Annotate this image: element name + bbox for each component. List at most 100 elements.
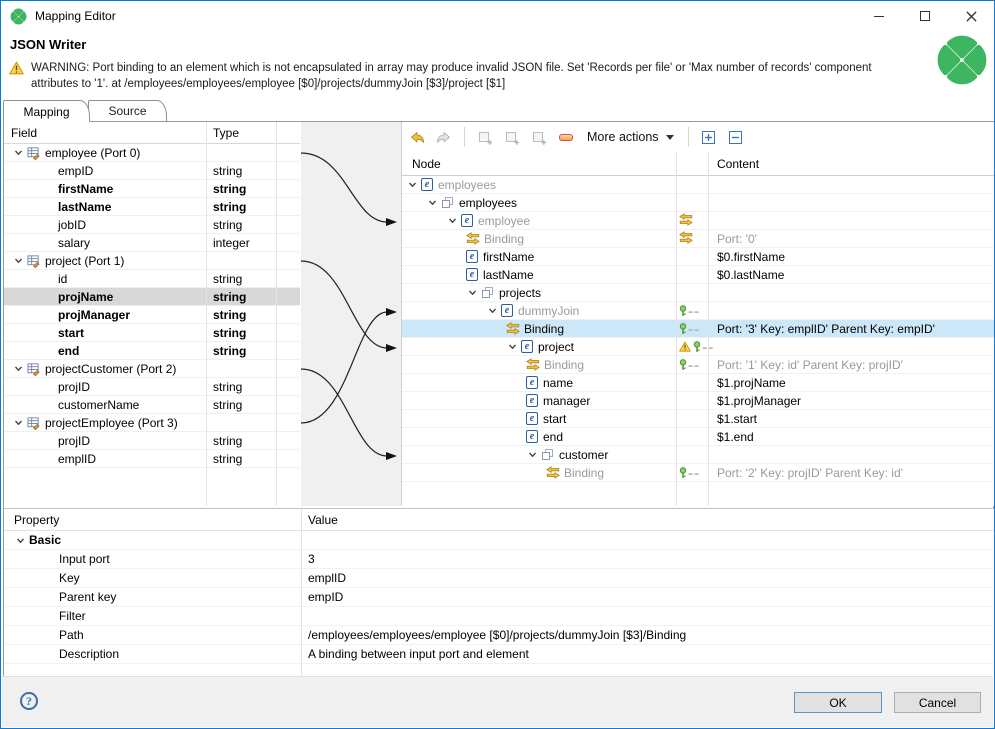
field-row[interactable]: projID string — [4, 378, 300, 396]
node-row[interactable]: employees — [402, 194, 994, 212]
field-group-row[interactable]: projectEmployee (Port 3) — [4, 414, 300, 432]
field-type: string — [213, 290, 246, 304]
chevron-down-icon[interactable] — [12, 418, 24, 428]
undo-button[interactable] — [407, 127, 427, 147]
key-icon — [679, 323, 703, 335]
field-row[interactable]: salary integer — [4, 234, 300, 252]
node-content: Port: '0' — [717, 232, 757, 246]
property-row[interactable]: Input port 3 — [4, 550, 994, 569]
chevron-down-icon[interactable] — [466, 288, 478, 298]
node-row[interactable]: e firstName $0.firstName — [402, 248, 994, 266]
chevron-down-icon[interactable] — [406, 180, 418, 190]
minimize-button[interactable] — [856, 1, 902, 31]
node-content: $1.projName — [717, 376, 786, 390]
node-row[interactable]: e employees — [402, 176, 994, 194]
maximize-button[interactable] — [902, 1, 948, 31]
chevron-down-icon[interactable] — [506, 342, 518, 352]
field-row[interactable]: projID string — [4, 432, 300, 450]
ok-button[interactable]: OK — [794, 692, 882, 713]
node-row[interactable]: e name $1.projName — [402, 374, 994, 392]
tab-mapping[interactable]: Mapping — [3, 100, 90, 122]
chevron-down-icon[interactable] — [526, 450, 538, 460]
record-icon — [27, 362, 41, 376]
close-button[interactable] — [948, 1, 994, 31]
field-type: string — [213, 218, 242, 232]
redo-button[interactable] — [434, 127, 454, 147]
chevron-down-icon[interactable] — [12, 148, 24, 158]
field-row[interactable]: projManager string — [4, 306, 300, 324]
chevron-down-icon[interactable] — [12, 364, 24, 374]
node-row[interactable]: e dummyJoin — [402, 302, 994, 320]
property-row[interactable]: Parent key empID — [4, 588, 994, 607]
element-icon: e — [466, 268, 478, 281]
chevron-down-icon[interactable] — [446, 216, 458, 226]
property-value[interactable]: A binding between input port and element — [308, 647, 529, 661]
remove-button[interactable] — [556, 127, 576, 147]
binding-icon — [679, 213, 693, 229]
titlebar[interactable]: Mapping Editor — [1, 1, 994, 31]
redo-icon — [436, 131, 452, 144]
field-row[interactable]: empID string — [4, 162, 300, 180]
cancel-button[interactable]: Cancel — [894, 692, 981, 713]
tab-source[interactable]: Source — [88, 100, 167, 121]
property-value[interactable]: empID — [308, 590, 343, 604]
minimize-icon — [874, 16, 884, 17]
field-type: string — [213, 272, 242, 286]
property-row[interactable]: Description A binding between input port… — [4, 645, 994, 664]
node-row[interactable]: e employee — [402, 212, 994, 230]
chevron-down-icon[interactable] — [486, 306, 498, 316]
node-row[interactable]: Binding Port: '0' — [402, 230, 994, 248]
app-clover-icon[interactable] — [10, 8, 27, 25]
property-row[interactable]: Filter — [4, 607, 994, 626]
field-row[interactable]: start string — [4, 324, 300, 342]
collapse-all-button[interactable] — [726, 127, 746, 147]
field-type: string — [213, 308, 246, 322]
node-row[interactable]: e end $1.end — [402, 428, 994, 446]
record-icon — [27, 146, 41, 160]
property-row[interactable]: Path /employees/employees/employee [$0]/… — [4, 626, 994, 645]
add-wildcard-button[interactable] — [529, 127, 549, 147]
property-value[interactable]: /employees/employees/employee [$0]/proje… — [308, 628, 686, 642]
node-row[interactable]: e manager $1.projManager — [402, 392, 994, 410]
chevron-down-icon[interactable] — [426, 198, 438, 208]
node-row[interactable]: Binding Port: '1' Key: id' Parent Key: p… — [402, 356, 994, 374]
node-row[interactable]: e project — [402, 338, 994, 356]
node-content: Port: '2' Key: projID' Parent Key: id' — [717, 466, 903, 480]
node-row[interactable]: customer — [402, 446, 994, 464]
property-group-row[interactable]: Basic — [4, 531, 994, 550]
field-row[interactable]: lastName string — [4, 198, 300, 216]
add-element-button[interactable] — [502, 127, 522, 147]
field-label: lastName — [4, 200, 111, 214]
field-type: string — [213, 398, 242, 412]
field-row[interactable]: jobID string — [4, 216, 300, 234]
field-group-row[interactable]: employee (Port 0) — [4, 144, 300, 162]
field-row[interactable]: firstName string — [4, 180, 300, 198]
node-row-selected[interactable]: Binding Port: '3' Key: emplID' Parent Ke… — [402, 320, 994, 338]
field-label: firstName — [4, 182, 113, 196]
property-value[interactable]: emplID — [308, 571, 346, 585]
chevron-down-icon[interactable] — [12, 256, 24, 266]
field-row[interactable]: id string — [4, 270, 300, 288]
field-group-row[interactable]: projectCustomer (Port 2) — [4, 360, 300, 378]
node-row[interactable]: Binding Port: '2' Key: projID' Parent Ke… — [402, 464, 994, 482]
more-actions-button[interactable]: More actions — [583, 128, 678, 146]
field-type: string — [213, 344, 246, 358]
node-row[interactable]: projects — [402, 284, 994, 302]
field-row[interactable]: emplID string — [4, 450, 300, 468]
cloverdx-logo — [936, 34, 988, 86]
chevron-down-icon[interactable] — [14, 535, 26, 545]
property-value[interactable]: 3 — [308, 552, 315, 566]
node-row[interactable]: e start $1.start — [402, 410, 994, 428]
field-row-selected[interactable]: projName string — [4, 288, 300, 306]
field-group-row[interactable]: project (Port 1) — [4, 252, 300, 270]
node-row[interactable]: e lastName $0.lastName — [402, 266, 994, 284]
field-row[interactable]: customerName string — [4, 396, 300, 414]
add-child-element-button[interactable] — [475, 127, 495, 147]
array-icon — [541, 448, 555, 461]
help-button[interactable]: ? — [20, 692, 38, 710]
property-row[interactable]: Key emplID — [4, 569, 994, 588]
field-row[interactable]: end string — [4, 342, 300, 360]
chevron-down-icon — [666, 135, 674, 140]
expand-all-button[interactable] — [699, 127, 719, 147]
node-content: $1.end — [717, 430, 754, 444]
